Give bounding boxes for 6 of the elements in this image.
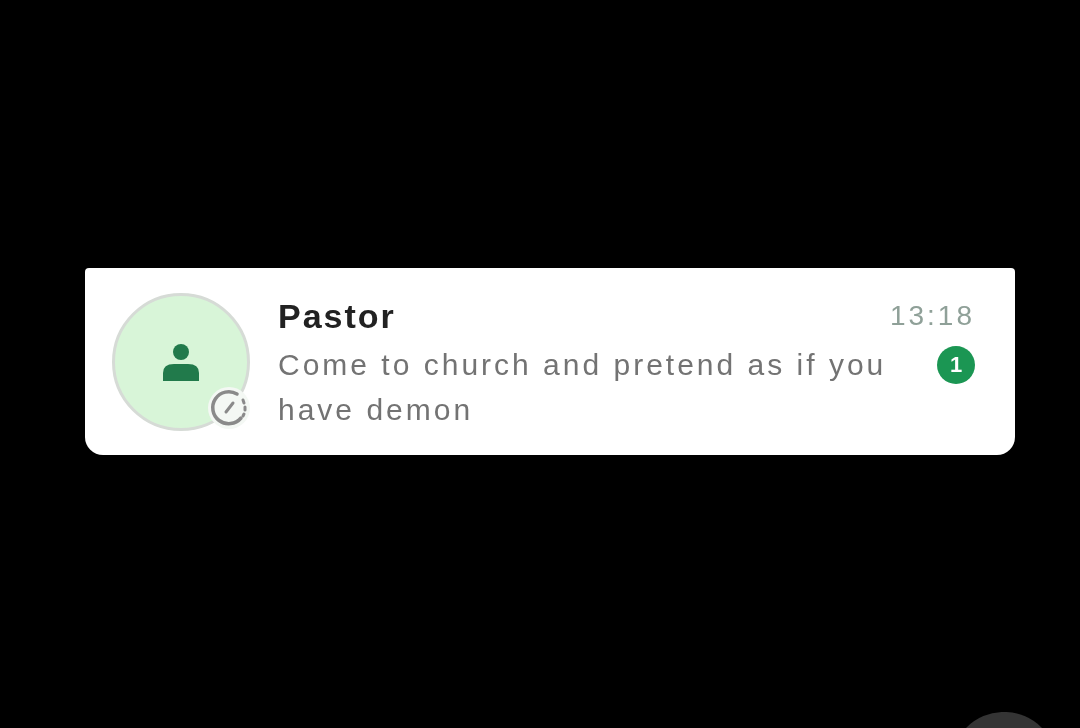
contact-name: Pastor bbox=[278, 295, 396, 337]
message-preview: Come to church and pretend as if you have demon bbox=[278, 346, 888, 428]
chat-list-item[interactable]: Pastor 13:18 Come to church and pretend as if you have demon 1 bbox=[85, 268, 1015, 455]
message-time: 13:18 bbox=[889, 298, 975, 333]
unread-count: 1 bbox=[937, 345, 975, 384]
person-icon bbox=[162, 342, 200, 381]
